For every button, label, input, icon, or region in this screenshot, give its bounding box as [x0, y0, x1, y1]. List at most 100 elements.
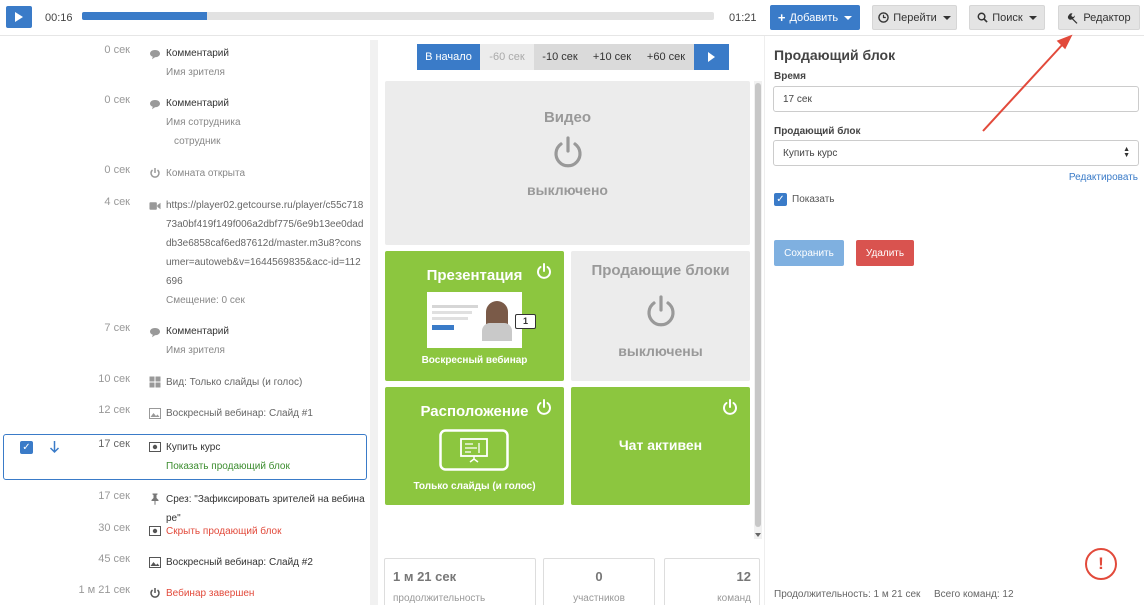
goto-button[interactable]: Перейти [872, 5, 957, 30]
comment-icon [149, 48, 161, 60]
presentation-panel[interactable]: Презентация 1 Воскресный вебинар [385, 251, 564, 381]
center-scrollbar[interactable] [754, 81, 762, 539]
save-button[interactable]: Сохранить [774, 240, 844, 266]
stat-participants-label: участников [573, 593, 625, 604]
slide-number-badge: 1 [515, 314, 536, 329]
timeline-text: Комментарий [166, 326, 229, 337]
play-button[interactable] [6, 6, 32, 28]
clock-icon [878, 12, 889, 23]
stat-commands: 12 команд [664, 558, 760, 605]
total-time: 01:21 [729, 12, 757, 24]
timeline-time: 4 сек [104, 196, 130, 208]
timeline-time: 0 сек [104, 94, 130, 106]
stat-duration-value: 1 м 21 сек [393, 569, 457, 584]
power-icon[interactable] [722, 399, 738, 416]
timeline-text: Комната открыта [166, 168, 246, 179]
money-icon [149, 441, 161, 453]
select-updown-icon: ▲ ▼ [1123, 146, 1130, 159]
chat-panel-title: Чат активен [618, 437, 703, 453]
scrollbar-thumb[interactable] [755, 83, 761, 527]
video-panel[interactable]: Видео выключено [385, 81, 750, 245]
timeline-time: 7 сек [104, 322, 130, 334]
timeline-time: 10 сек [98, 373, 130, 385]
layout-panel-title: Расположение [420, 403, 529, 420]
seek-play-button[interactable] [694, 44, 729, 70]
timeline-time: 17 сек [98, 438, 130, 450]
scroll-down-arrow-icon[interactable] [755, 533, 761, 537]
layout-panel[interactable]: Расположение Только слайды (и голос) [385, 387, 564, 505]
seek-minus-60-button[interactable]: -60 сек [480, 44, 534, 70]
stat-participants: 0 участников [543, 558, 655, 605]
editor-button[interactable]: Редактор [1058, 5, 1140, 30]
add-button[interactable]: + Добавить [770, 5, 860, 30]
command-timeline: ✓ 0 сек Комментарий Имя зрителя 0 сек Ко… [0, 36, 378, 605]
play-icon [15, 12, 23, 22]
video-panel-status: выключено [527, 182, 608, 198]
timeline-text: Комментарий [166, 48, 229, 59]
footer-duration: Продолжительность: 1 м 21 сек [774, 589, 921, 600]
alert-icon[interactable]: ! [1085, 548, 1117, 580]
chevron-down-icon [844, 15, 853, 20]
show-checkbox-label: Показать [792, 194, 835, 205]
delete-button[interactable]: Удалить [856, 240, 914, 266]
block-select[interactable]: Купить курс ▲ ▼ [773, 140, 1139, 166]
timeline-subtext: сотрудник [174, 136, 221, 147]
power-icon[interactable] [536, 399, 552, 416]
seek-plus-10-button[interactable]: +10 сек [586, 44, 638, 70]
current-time: 00:16 [45, 12, 73, 24]
editor-title: Продающий блок [774, 47, 896, 63]
sales-blocks-panel[interactable]: Продающие блоки выключены [571, 251, 750, 381]
timeline-text: Вебинар завершен [166, 588, 255, 599]
comment-icon [149, 326, 161, 338]
stat-participants-value: 0 [595, 569, 603, 584]
edit-block-link[interactable]: Редактировать [1069, 172, 1138, 183]
seek-start-button[interactable]: В начало [417, 44, 480, 70]
slides-layout-icon [439, 429, 509, 471]
layout-grid-icon [149, 376, 161, 388]
power-icon[interactable] [536, 263, 552, 280]
stat-commands-label: команд [717, 593, 751, 604]
add-button-label: Добавить [789, 11, 839, 24]
seek-plus-60-button[interactable]: +60 сек [638, 44, 694, 70]
timeline-subtext: Имя зрителя [166, 345, 225, 356]
progress-fill [82, 12, 208, 20]
chat-panel[interactable]: Чат активен [571, 387, 750, 505]
money-icon [149, 525, 161, 537]
stat-duration: 1 м 21 сек продолжительность [384, 558, 536, 605]
block-select-value: Купить курс [783, 147, 838, 159]
timeline-subtext: Имя сотрудника [166, 117, 241, 128]
timeline-time: 17 сек [98, 490, 130, 502]
time-input-value: 17 сек [783, 93, 812, 105]
power-icon [149, 587, 161, 599]
footer-commands: Всего команд: 12 [934, 589, 1014, 600]
timeline-scrollbar[interactable] [370, 40, 378, 605]
search-icon [977, 12, 988, 23]
power-icon [553, 136, 582, 168]
timeline-time: 45 сек [98, 553, 130, 565]
command-checkbox[interactable]: ✓ [20, 441, 33, 454]
video-camera-icon [149, 200, 161, 212]
comment-icon [149, 98, 161, 110]
timeline-text: Воскресный вебинар: Слайд #2 [166, 557, 313, 568]
show-checkbox[interactable]: ✓ [774, 193, 787, 206]
time-label: Время [774, 71, 806, 82]
timeline-time: 30 сек [98, 522, 130, 534]
time-input[interactable]: 17 сек [773, 86, 1139, 112]
chevron-down-icon [1028, 15, 1037, 20]
play-icon [708, 52, 715, 62]
slide-thumbnail [427, 292, 522, 348]
progress-bar[interactable] [82, 12, 714, 20]
image-icon [149, 556, 161, 568]
timeline-time: 0 сек [104, 44, 130, 56]
stat-duration-label: продолжительность [393, 593, 486, 604]
timeline-time: 12 сек [98, 404, 130, 416]
timeline-text: Вид: Только слайды (и голос) [166, 377, 303, 388]
seek-minus-10-button[interactable]: -10 сек [534, 44, 586, 70]
search-button-label: Поиск [992, 11, 1023, 24]
power-icon [646, 295, 675, 327]
search-button[interactable]: Поиск [969, 5, 1045, 30]
webinar-state-panel: В начало -60 сек -10 сек +10 сек +60 сек… [378, 36, 764, 605]
sales-blocks-status: выключены [618, 343, 703, 359]
command-editor: Продающий блок Время 17 сек Продающий бл… [764, 36, 1144, 605]
player-toolbar: 00:16 01:21 + Добавить Перейти Поиск Ред… [0, 0, 1144, 36]
